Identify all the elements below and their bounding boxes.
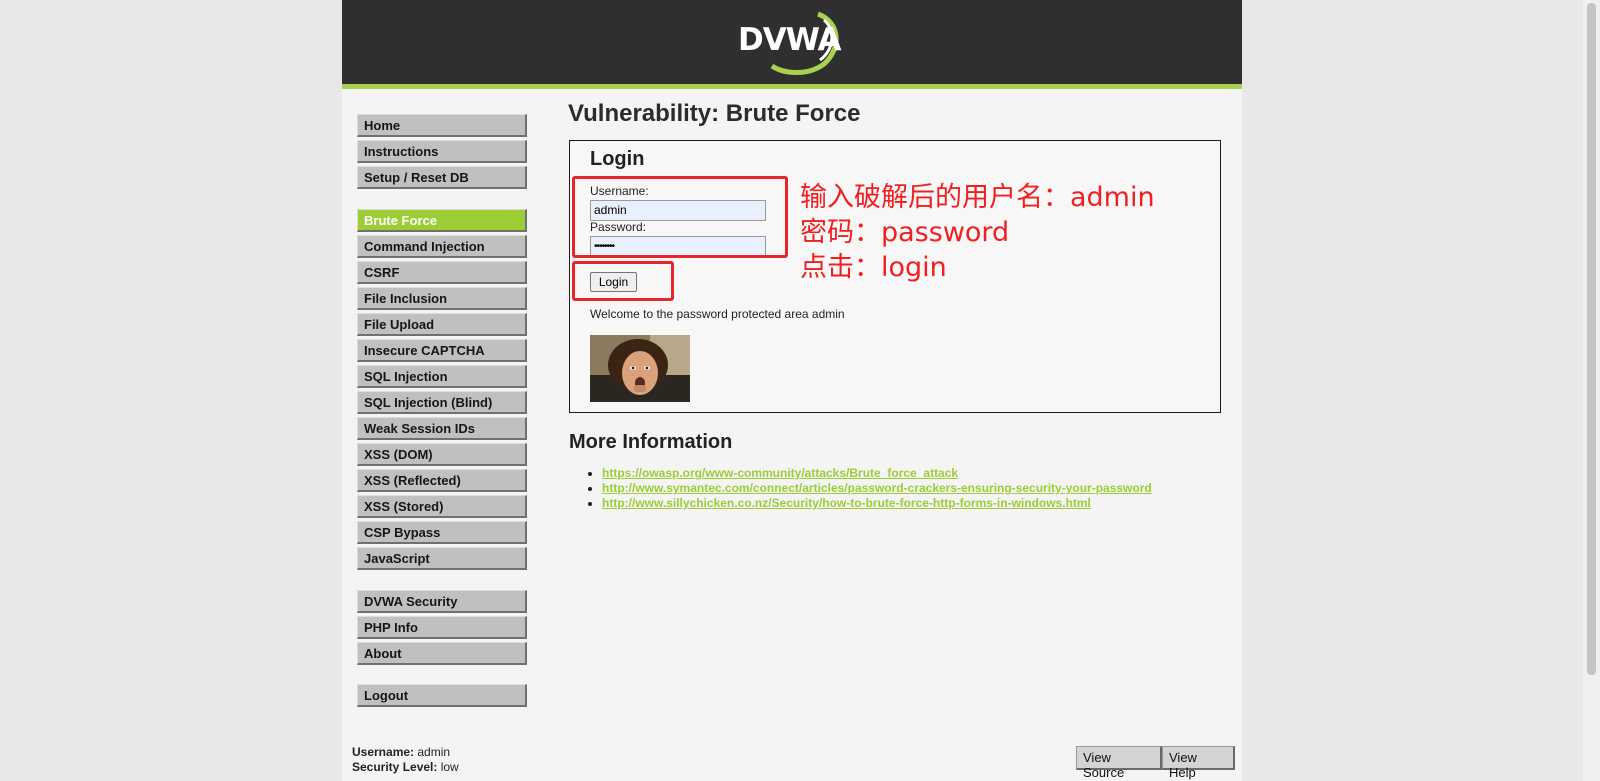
list-item: http://www.sillychicken.co.nz/Security/h…: [602, 496, 1152, 511]
list-item: https://owasp.org/www-community/attacks/…: [602, 466, 1152, 481]
footer-security-label: Security Level:: [352, 760, 438, 774]
link-sillychicken-brute-force[interactable]: http://www.sillychicken.co.nz/Security/h…: [602, 496, 1091, 510]
link-owasp-brute-force[interactable]: https://owasp.org/www-community/attacks/…: [602, 466, 958, 480]
menu-item-xss-reflected[interactable]: XSS (Reflected): [357, 469, 527, 492]
menu-group-vulnerabilities: Brute Force Command Injection CSRF File …: [357, 209, 527, 573]
menu-item-csrf[interactable]: CSRF: [357, 261, 527, 284]
menu-item-xss-dom[interactable]: XSS (DOM): [357, 443, 527, 466]
menu-item-dvwa-security[interactable]: DVWA Security: [357, 590, 527, 613]
menu-item-javascript[interactable]: JavaScript: [357, 547, 527, 570]
menu-group-logout: Logout: [357, 684, 527, 710]
welcome-message: Welcome to the password protected area a…: [590, 307, 845, 321]
menu-item-insecure-captcha[interactable]: Insecure CAPTCHA: [357, 339, 527, 362]
menu-item-brute-force[interactable]: Brute Force: [357, 209, 527, 232]
menu-item-sql-injection-blind[interactable]: SQL Injection (Blind): [357, 391, 527, 414]
list-item: http://www.symantec.com/connect/articles…: [602, 481, 1152, 496]
page-title: Vulnerability: Brute Force: [568, 100, 861, 127]
menu-item-sql-injection[interactable]: SQL Injection: [357, 365, 527, 388]
login-button-highlight-box: [572, 261, 674, 301]
menu-item-instructions[interactable]: Instructions: [357, 140, 527, 163]
menu-item-about[interactable]: About: [357, 642, 527, 665]
menu-group-settings: DVWA Security PHP Info About: [357, 590, 527, 668]
scrollbar-thumb[interactable]: [1587, 3, 1596, 675]
annotation-line-1: 输入破解后的用户名：admin: [800, 182, 1155, 213]
annotation-line-3: 点击：login: [800, 252, 947, 283]
menu-item-xss-stored[interactable]: XSS (Stored): [357, 495, 527, 518]
annotation-text: 输入破解后的用户名：admin 密码：password 点击：login: [800, 180, 1155, 285]
vertical-scrollbar[interactable]: [1583, 0, 1600, 781]
menu-item-weak-session-ids[interactable]: Weak Session IDs: [357, 417, 527, 440]
menu-item-csp-bypass[interactable]: CSP Bypass: [357, 521, 527, 544]
menu-item-setup[interactable]: Setup / Reset DB: [357, 166, 527, 189]
view-help-button[interactable]: View Help: [1162, 746, 1235, 780]
footer-username-value: admin: [417, 745, 451, 759]
credentials-highlight-box: [572, 176, 788, 258]
footer-user-info: Username: admin Security Level: low: [352, 745, 459, 775]
menu-item-logout[interactable]: Logout: [357, 684, 527, 707]
footer-username-label: Username:: [352, 745, 415, 759]
menu-item-file-inclusion[interactable]: File Inclusion: [357, 287, 527, 310]
view-source-button[interactable]: View Source: [1076, 746, 1162, 780]
more-information-links: https://owasp.org/www-community/attacks/…: [588, 466, 1152, 511]
login-heading: Login: [590, 148, 645, 170]
footer-security-level: Security Level: low: [352, 760, 459, 775]
dvwa-page: DVWA Home Instructions Setup / Reset DB …: [342, 0, 1242, 781]
footer-security-value: low: [440, 760, 459, 774]
more-information-heading: More Information: [569, 431, 733, 453]
footer-username: Username: admin: [352, 745, 459, 760]
menu-group-main: Home Instructions Setup / Reset DB: [357, 114, 527, 192]
menu-item-home[interactable]: Home: [357, 114, 527, 137]
header: DVWA: [342, 0, 1242, 89]
menu-item-command-injection[interactable]: Command Injection: [357, 235, 527, 258]
user-avatar-image: [590, 335, 690, 402]
link-symantec-password-crackers[interactable]: http://www.symantec.com/connect/articles…: [602, 481, 1152, 495]
annotation-line-2: 密码：password: [800, 217, 1010, 248]
menu-item-file-upload[interactable]: File Upload: [357, 313, 527, 336]
menu-item-php-info[interactable]: PHP Info: [357, 616, 527, 639]
logo-text: DVWA: [738, 22, 842, 58]
